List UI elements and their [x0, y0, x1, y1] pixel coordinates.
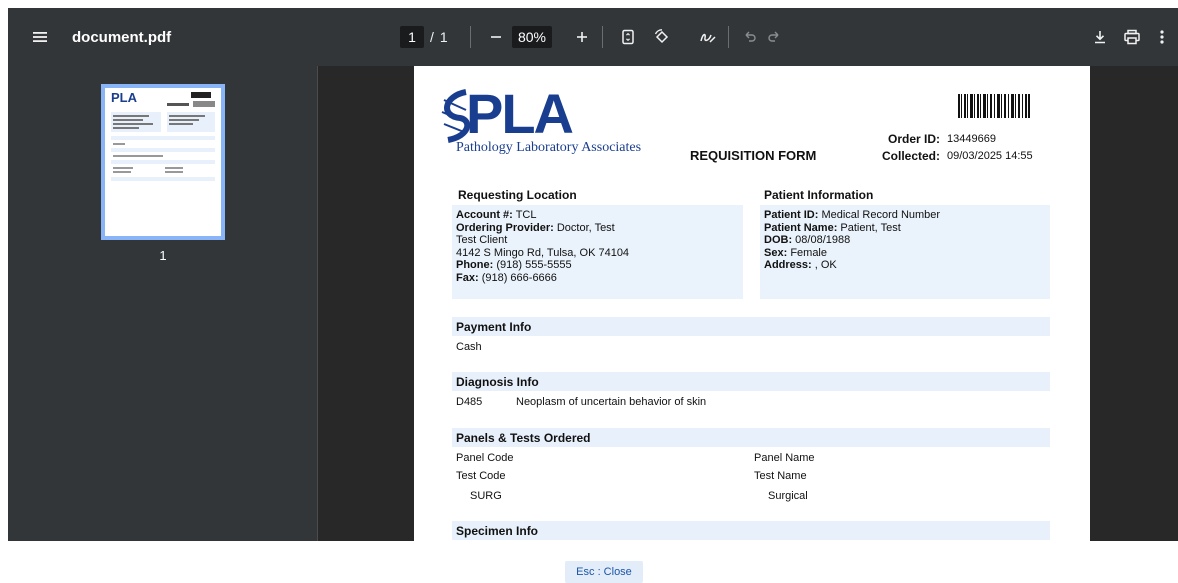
document-view[interactable]: PLA Pathology Laboratory Associates REQU… [318, 66, 1178, 541]
more-options-button[interactable] [1154, 23, 1170, 51]
plus-icon [577, 32, 587, 42]
patient-information-heading: Patient Information [764, 188, 874, 202]
test-name-label: Test Name [754, 470, 807, 482]
requesting-location-heading: Requesting Location [458, 188, 577, 202]
patient-information-box: Patient ID: Medical Record Number Patien… [760, 205, 1050, 299]
fax-label: Fax: [456, 271, 479, 284]
svg-text:PLA: PLA [111, 90, 138, 105]
test-code-value: SURG [470, 490, 502, 502]
redo-icon [768, 31, 779, 42]
test-code-label: Test Code [456, 470, 506, 482]
sex-value: Female [790, 246, 827, 259]
document-title: document.pdf [72, 28, 172, 46]
specimen-info-heading: Specimen Info [452, 521, 1050, 540]
diagnosis-description: Neoplasm of uncertain behavior of skin [516, 396, 707, 408]
patient-name-value: Patient, Test [840, 221, 901, 234]
phone-value: (918) 555-5555 [496, 259, 572, 271]
page-thumbnail[interactable]: PLA [101, 84, 225, 240]
collected-value: 09/03/2025 14:55 [947, 150, 1033, 162]
address-value: , OK [814, 259, 837, 271]
thumbnail-sidebar: PLA 1 [8, 66, 318, 541]
provider-value: Doctor, Test [556, 221, 615, 234]
minus-icon [491, 36, 501, 38]
client-address: 4142 S Mingo Rd, Tulsa, OK 74104 [456, 246, 630, 259]
dob-value: 08/08/1988 [795, 234, 851, 246]
patient-id-value: Medical Record Number [821, 209, 941, 221]
toolbar-divider [728, 26, 729, 48]
toolbar: document.pdf 1 / 1 80% [8, 8, 1178, 66]
page-number-input[interactable]: 1 [400, 26, 424, 48]
sex-label: Sex: [764, 246, 788, 259]
provider-label: Ordering Provider: [456, 221, 554, 234]
page-separator: / [430, 29, 434, 45]
panels-tests-heading: Panels & Tests Ordered [452, 428, 1050, 447]
zoom-in-button[interactable] [568, 23, 596, 51]
payment-info-heading: Payment Info [452, 317, 1050, 336]
fit-page-button[interactable] [614, 23, 642, 51]
print-button[interactable] [1118, 23, 1146, 51]
address-label: Address: [764, 259, 812, 271]
phone-label: Phone: [456, 259, 494, 271]
thumbnail-preview: PLA [111, 90, 215, 181]
company-logo: PLA [466, 82, 574, 145]
annotate-button[interactable] [694, 23, 722, 51]
undo-icon [745, 31, 756, 42]
payment-value: Cash [456, 341, 482, 353]
patient-name-label: Patient Name: [764, 221, 838, 234]
company-name: Pathology Laboratory Associates [456, 140, 642, 155]
download-button[interactable] [1086, 23, 1114, 51]
collected-label: Collected: [881, 149, 940, 163]
form-title: REQUISITION FORM [690, 148, 817, 163]
barcode-icon [958, 94, 1030, 118]
patient-id-label: Patient ID: [764, 209, 819, 221]
pen-icon [700, 33, 716, 43]
hamburger-menu-icon[interactable] [26, 23, 54, 51]
zoom-input[interactable]: 80% [512, 26, 552, 48]
thumbnail-page-number: 1 [159, 248, 167, 263]
fit-page-icon [622, 29, 634, 45]
toolbar-divider [602, 26, 603, 48]
toolbar-divider [470, 26, 471, 48]
esc-close-button[interactable]: Esc : Close [565, 561, 643, 583]
order-id-value: 13449669 [947, 133, 996, 145]
print-icon [1124, 29, 1140, 45]
test-name-value: Surgical [768, 490, 808, 502]
zoom-out-button[interactable] [482, 23, 510, 51]
fax-value: (918) 666-6666 [481, 271, 557, 284]
diagnosis-code: D485 [456, 396, 483, 408]
pdf-page: PLA Pathology Laboratory Associates REQU… [414, 66, 1090, 541]
dob-label: DOB: [764, 234, 793, 246]
requesting-location-box: Account #: TCL Ordering Provider: Doctor… [452, 205, 743, 299]
rotate-button[interactable] [648, 23, 676, 51]
account-label: Account #: [456, 209, 513, 221]
panel-name-label: Panel Name [754, 452, 815, 464]
download-icon [1095, 31, 1105, 44]
redo-button[interactable] [760, 23, 788, 51]
client-name: Test Client [456, 234, 508, 246]
diagnosis-info-heading: Diagnosis Info [452, 372, 1050, 391]
page-total: 1 [439, 29, 448, 45]
order-id-label: Order ID: [887, 132, 940, 146]
rotate-icon [654, 29, 669, 44]
pdf-viewer: document.pdf 1 / 1 80% PLA 1 PLA Patholo… [8, 8, 1178, 541]
more-vert-icon [1160, 30, 1164, 44]
panel-code-label: Panel Code [456, 452, 514, 464]
account-value: TCL [515, 209, 537, 221]
